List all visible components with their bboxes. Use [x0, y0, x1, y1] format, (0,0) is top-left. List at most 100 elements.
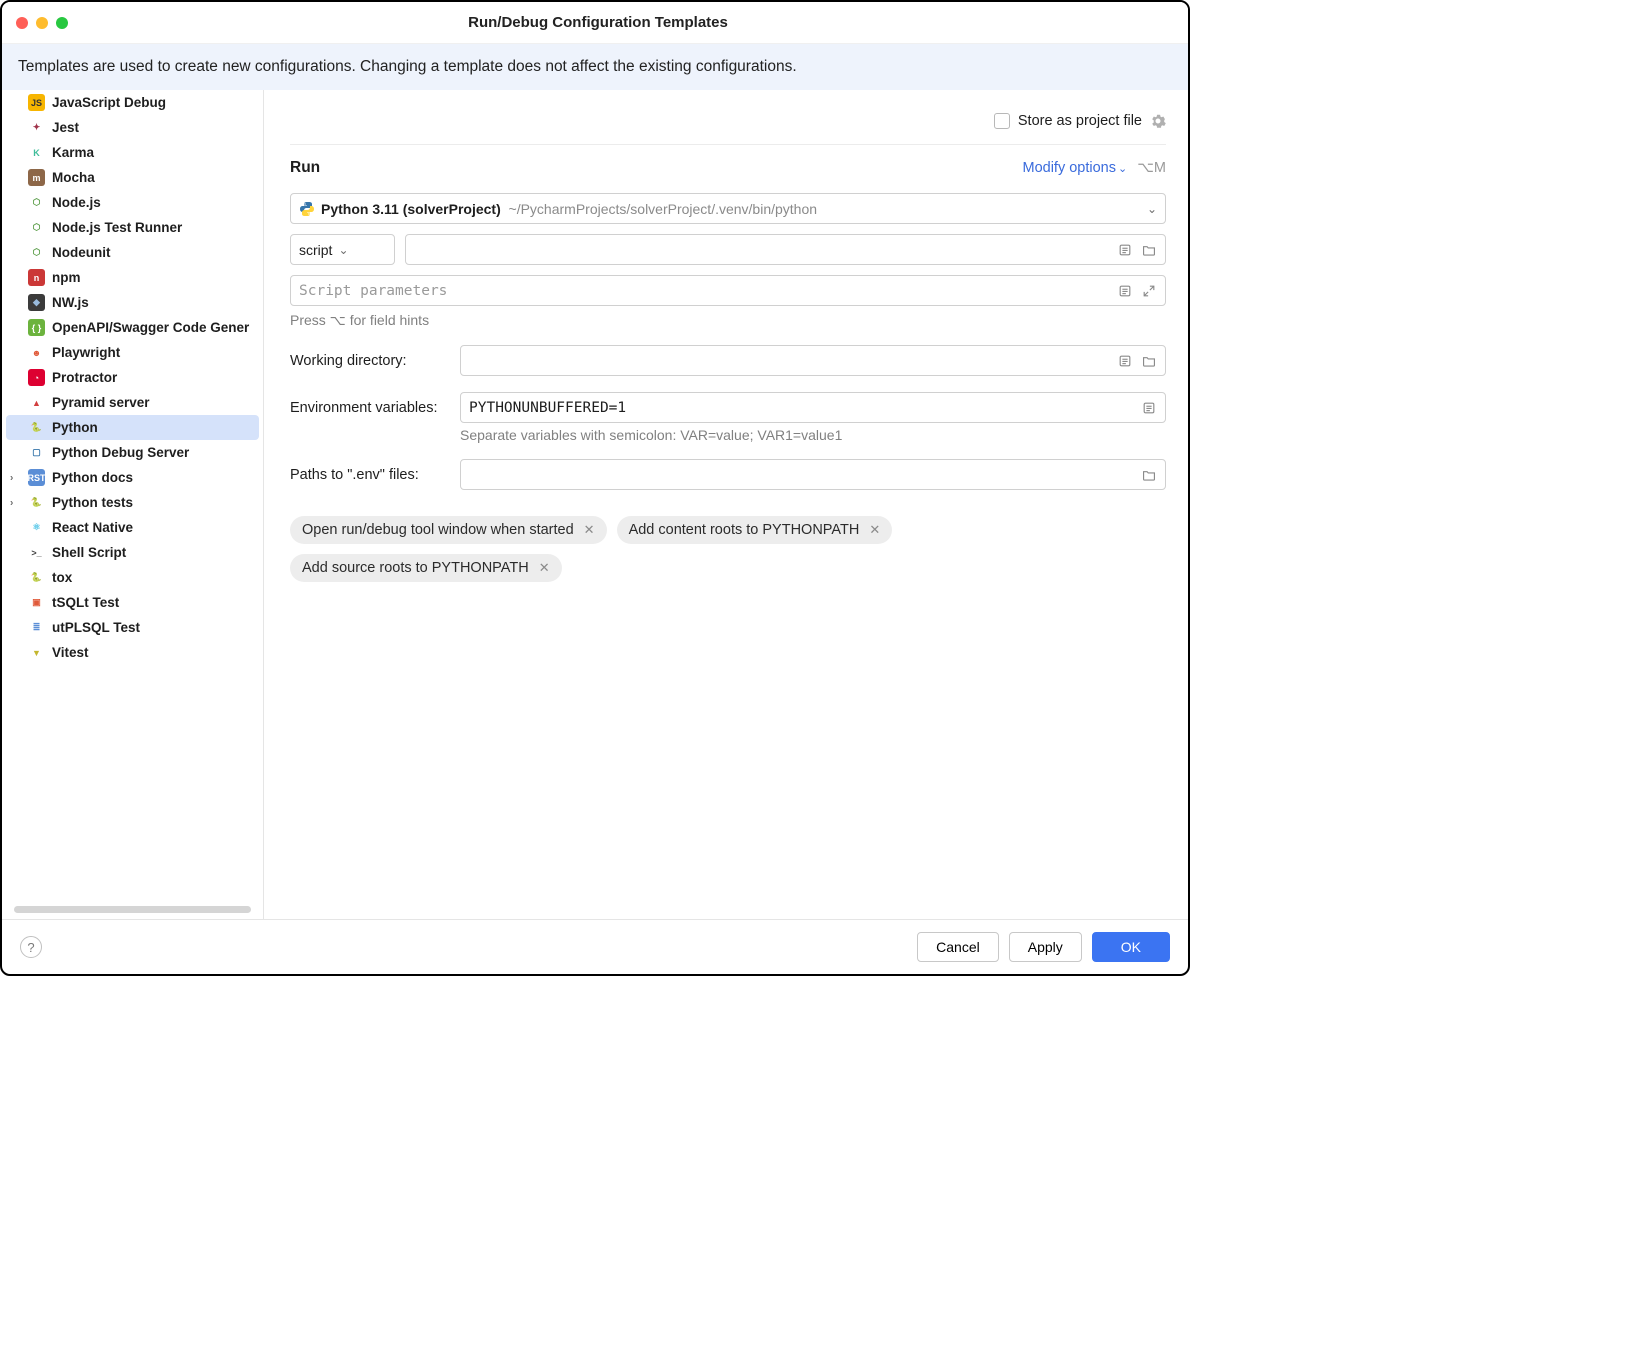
script-path-input[interactable]: [405, 234, 1166, 265]
footer: ? Cancel Apply OK: [2, 919, 1188, 974]
option-chip[interactable]: Add content roots to PYTHONPATH✕: [617, 516, 893, 544]
sidebar-item-label: Python docs: [52, 470, 133, 485]
sidebar-item-pydocs[interactable]: ›RSTPython docs: [6, 465, 259, 490]
sidebar-item-label: npm: [52, 270, 81, 285]
zoom-window-icon[interactable]: [56, 17, 68, 29]
chip-label: Open run/debug tool window when started: [302, 522, 574, 538]
sidebar-item-nodeunit[interactable]: ⬡Nodeunit: [6, 240, 259, 265]
sidebar-item-jest[interactable]: ✦Jest: [6, 115, 259, 140]
sidebar-item-tsqlt[interactable]: ▣tSQLt Test: [6, 590, 259, 615]
pydebug-icon: ▢: [28, 444, 45, 461]
nwjs-icon: ◆: [28, 294, 45, 311]
sidebar-item-label: Pyramid server: [52, 395, 150, 410]
sidebar-item-tox[interactable]: 🐍 tox: [6, 565, 259, 590]
tox-icon: 🐍: [28, 569, 45, 586]
run-section-header: Run Modify options ⌄ ⌥M: [290, 159, 1166, 177]
sidebar-item-node[interactable]: ⬡Node.js Test Runner: [6, 215, 259, 240]
sidebar-item-label: Mocha: [52, 170, 95, 185]
sidebar-item-label: Shell Script: [52, 545, 126, 560]
vitest-icon: ▼: [28, 644, 45, 661]
sidebar-item-shell[interactable]: >_Shell Script: [6, 540, 259, 565]
horizontal-scrollbar[interactable]: [14, 906, 251, 913]
apply-button[interactable]: Apply: [1009, 932, 1082, 962]
cancel-button[interactable]: Cancel: [917, 932, 999, 962]
sidebar-item-npm[interactable]: nnpm: [6, 265, 259, 290]
remove-chip-icon[interactable]: ✕: [539, 560, 550, 576]
env-vars-value: PYTHONUNBUFFERED=1: [469, 400, 1141, 416]
titlebar: Run/Debug Configuration Templates: [2, 2, 1188, 44]
sidebar-item-label: tSQLt Test: [52, 595, 119, 610]
expand-field-icon[interactable]: [1117, 242, 1133, 258]
sidebar-item-mocha[interactable]: m Mocha: [6, 165, 259, 190]
option-chip[interactable]: Open run/debug tool window when started ✕: [290, 516, 607, 544]
store-as-project-file-label: Store as project file: [1018, 113, 1142, 129]
js-icon: JS: [28, 94, 45, 111]
expand-field-icon[interactable]: [1141, 400, 1157, 416]
jest-icon: ✦: [28, 119, 45, 136]
sidebar-item-react[interactable]: ⚛React Native: [6, 515, 259, 540]
browse-folder-icon[interactable]: [1141, 242, 1157, 258]
option-chip[interactable]: Add source roots to PYTHONPATH ✕: [290, 554, 562, 582]
sidebar-item-pydebug[interactable]: ▢ Python Debug Server: [6, 440, 259, 465]
gear-icon[interactable]: [1150, 113, 1166, 129]
option-chips: Open run/debug tool window when started ✕…: [290, 516, 1166, 582]
main-panel: Store as project file Run Modify options…: [264, 90, 1188, 919]
sidebar-item-playwright[interactable]: ☻Playwright: [6, 340, 259, 365]
env-vars-input[interactable]: PYTHONUNBUFFERED=1: [460, 392, 1166, 423]
sidebar-item-vitest[interactable]: ▼Vitest: [6, 640, 259, 665]
window-title: Run/Debug Configuration Templates: [82, 14, 1114, 31]
sidebar-item-label: Python Debug Server: [52, 445, 189, 460]
close-window-icon[interactable]: [16, 17, 28, 29]
target-type-value: script: [299, 242, 332, 258]
env-vars-label: Environment variables:: [290, 400, 452, 416]
sidebar-item-python[interactable]: 🐍Python: [6, 415, 259, 440]
chevron-down-icon: ⌄: [338, 243, 348, 257]
expand-field-icon[interactable]: [1117, 283, 1133, 299]
env-vars-help: Separate variables with semicolon: VAR=v…: [460, 427, 1166, 443]
sidebar-item-utplsql[interactable]: ≣utPLSQL Test: [6, 615, 259, 640]
ok-button[interactable]: OK: [1092, 932, 1170, 962]
sidebar-item-pyramid[interactable]: ▲Pyramid server: [6, 390, 259, 415]
remove-chip-icon[interactable]: ✕: [869, 522, 880, 538]
sidebar-item-node[interactable]: ⬡Node.js: [6, 190, 259, 215]
store-as-project-file-checkbox[interactable]: [994, 113, 1010, 129]
traffic-lights: [16, 17, 68, 29]
sidebar-item-pytests[interactable]: ›🐍Python tests: [6, 490, 259, 515]
remove-chip-icon[interactable]: ✕: [584, 522, 595, 538]
dotenv-input[interactable]: [460, 459, 1166, 490]
sidebar-item-nwjs[interactable]: ◆NW.js: [6, 290, 259, 315]
browse-folder-icon[interactable]: [1141, 353, 1157, 369]
expand-field-icon[interactable]: [1117, 353, 1133, 369]
template-tree[interactable]: JS JavaScript Debug ✦Jest K Karmam Mocha ⬡Node…: [2, 90, 263, 902]
window: Run/Debug Configuration Templates Templa…: [0, 0, 1190, 976]
help-icon[interactable]: ?: [20, 936, 42, 958]
sidebar-item-protractor[interactable]: ◔Protractor: [6, 365, 259, 390]
python-icon: [299, 201, 315, 217]
expand-window-icon[interactable]: [1141, 283, 1157, 299]
protractor-icon: ◔: [28, 369, 45, 386]
sidebar-item-label: tox: [52, 570, 72, 585]
minimize-window-icon[interactable]: [36, 17, 48, 29]
browse-folder-icon[interactable]: [1141, 467, 1157, 483]
chip-label: Add source roots to PYTHONPATH: [302, 560, 529, 576]
karma-icon: K: [28, 144, 45, 161]
target-type-dropdown[interactable]: script ⌄: [290, 234, 395, 265]
modify-options-link[interactable]: Modify options ⌄: [1022, 160, 1127, 176]
chevron-down-icon: ⌄: [1118, 162, 1127, 175]
mocha-icon: m: [28, 169, 45, 186]
working-directory-label: Working directory:: [290, 353, 452, 369]
sidebar-item-label: Python tests: [52, 495, 133, 510]
sidebar-item-label: JavaScript Debug: [52, 95, 166, 110]
chevron-down-icon: ⌄: [1147, 202, 1157, 216]
field-hint: Press ⌥ for field hints: [290, 312, 1166, 329]
interpreter-dropdown[interactable]: Python 3.11 (solverProject) ~/PycharmPro…: [290, 193, 1166, 224]
interpreter-name: Python 3.11 (solverProject) ~/PycharmPro…: [321, 201, 1141, 217]
sidebar-item-label: Karma: [52, 145, 94, 160]
working-directory-input[interactable]: [460, 345, 1166, 376]
dotenv-label: Paths to ".env" files:: [290, 467, 452, 483]
script-parameters-input[interactable]: Script parameters: [290, 275, 1166, 306]
sidebar-item-swagger[interactable]: { }OpenAPI/Swagger Code Gener: [6, 315, 259, 340]
pytests-icon: 🐍: [28, 494, 45, 511]
sidebar-item-karma[interactable]: K Karma: [6, 140, 259, 165]
sidebar-item-js[interactable]: JS JavaScript Debug: [6, 90, 259, 115]
